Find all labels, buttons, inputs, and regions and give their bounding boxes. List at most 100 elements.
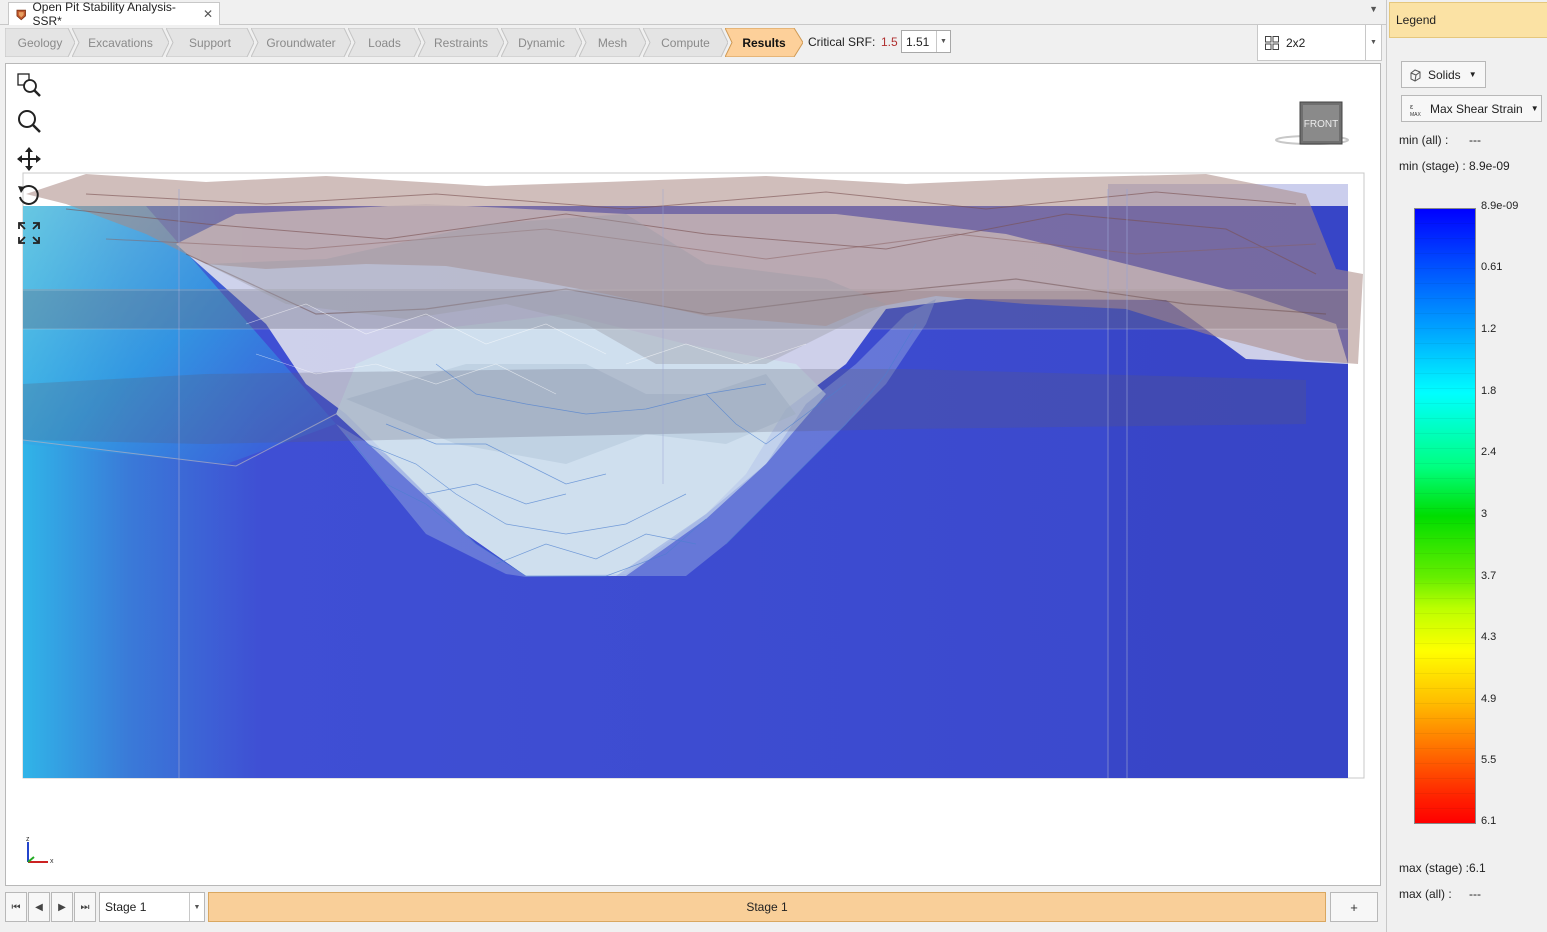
close-tab-icon[interactable]: ✕ — [203, 7, 213, 21]
step-label: Geology — [17, 35, 63, 50]
zoom-window-icon[interactable] — [16, 72, 42, 98]
workflow-step-groundwater[interactable]: Groundwater — [251, 28, 351, 57]
chevron-down-icon[interactable]: ▼ — [189, 893, 204, 921]
stage-select[interactable]: Stage 1 ▼ — [99, 892, 205, 922]
min-stage-value: 8.9e-09 — [1469, 159, 1510, 173]
legend-tick: 3 — [1481, 508, 1488, 520]
workflow-step-mesh[interactable]: Mesh — [579, 28, 646, 57]
workflow-ribbon: Geology Excavations Support Groundwater … — [0, 25, 1386, 61]
max-all-value: --- — [1469, 887, 1481, 901]
axis-z-label: z — [26, 836, 30, 843]
legend-header: Legend — [1389, 2, 1547, 38]
legend-tick: 0.61 — [1481, 261, 1503, 273]
max-stage-stat: max (stage) : 6.1 — [1399, 861, 1486, 875]
workflow-step-support[interactable]: Support — [166, 28, 254, 57]
max-all-label: max (all) : — [1399, 887, 1452, 901]
srf-select[interactable]: 1.51 ▼ — [901, 30, 951, 53]
max-all-stat: max (all) : --- — [1399, 887, 1481, 901]
step-label: Mesh — [597, 35, 628, 50]
stage-tab-label: Stage 1 — [746, 900, 788, 914]
document-tab[interactable]: Open Pit Stability Analysis-SSR* ✕ — [8, 0, 220, 28]
legend-tick: 3.7 — [1481, 570, 1497, 582]
view-layout-select[interactable]: 2x2 ▼ — [1257, 24, 1382, 61]
last-stage-button[interactable]: ⏭ — [74, 892, 96, 922]
step-label: Support — [188, 35, 232, 50]
rotate-icon[interactable] — [16, 182, 42, 208]
layout-grid-icon — [1265, 35, 1279, 50]
first-stage-button[interactable]: ⏮ — [5, 892, 27, 922]
stage-select-value: Stage 1 — [105, 900, 147, 914]
next-stage-button[interactable]: ▶ — [51, 892, 73, 922]
chevron-down-icon: ▼ — [1468, 70, 1477, 79]
3d-viewport[interactable]: FRONT z x — [5, 63, 1381, 886]
legend-tick: 4.3 — [1481, 631, 1497, 643]
app-icon — [16, 9, 26, 20]
step-label: Dynamic — [518, 35, 565, 50]
chevron-down-icon[interactable]: ▼ — [936, 31, 950, 52]
srf-select-value: 1.51 — [906, 34, 930, 49]
workflow-step-loads[interactable]: Loads — [348, 28, 421, 57]
document-title: Open Pit Stability Analysis-SSR* — [32, 0, 176, 28]
critical-srf-value: 1.5 — [881, 35, 898, 49]
add-stage-button[interactable]: + — [1330, 892, 1378, 922]
document-tab-strip: Open Pit Stability Analysis-SSR* ✕ ▼ — [0, 0, 1386, 28]
color-scale-bar — [1414, 208, 1476, 824]
solid-cube-icon — [1410, 68, 1421, 82]
max-stage-label: max (stage) : — [1399, 861, 1470, 875]
legend-tick: 1.2 — [1481, 323, 1497, 335]
zoom-icon[interactable] — [16, 108, 42, 134]
legend-tick: 4.9 — [1481, 693, 1497, 705]
legend-tick: 6.1 — [1481, 815, 1497, 827]
legend-title: Legend — [1396, 13, 1437, 27]
next-icon: ▶ — [58, 901, 66, 913]
result-type-label: Max Shear Strain — [1430, 101, 1523, 116]
step-label: Excavations — [88, 35, 153, 50]
workflow-step-results[interactable]: Results — [725, 28, 803, 57]
app-window: Open Pit Stability Analysis-SSR* ✕ ▼ Geo… — [0, 0, 1547, 932]
shear-strain-icon: εMAX — [1410, 104, 1422, 117]
model-render — [22, 172, 1365, 779]
workflow-step-excavations[interactable]: Excavations — [72, 28, 169, 57]
solids-dropdown[interactable]: Solids ▼ — [1401, 61, 1486, 88]
axis-x-label: x — [50, 858, 54, 865]
tab-list-dropdown-icon[interactable]: ▼ — [1369, 4, 1378, 14]
stage-bar: ⏮ ◀ ▶ ⏭ Stage 1 ▼ Stage 1 + — [0, 888, 1386, 928]
min-all-stat: min (all) : --- — [1399, 133, 1481, 147]
workflow-step-geology[interactable]: Geology — [5, 28, 75, 57]
solids-label: Solids — [1428, 67, 1461, 82]
stage-tab[interactable]: Stage 1 — [208, 892, 1326, 922]
critical-srf-label: Critical SRF: — [808, 35, 876, 49]
chevron-down-icon: ▼ — [1530, 104, 1539, 113]
legend-tick: 8.9e-09 — [1481, 200, 1519, 212]
legend-panel: Legend Solids ▼ ε MAX Max Shear Strain ▼ … — [1386, 0, 1547, 932]
svg-text:ε: ε — [1410, 104, 1413, 111]
step-label: Groundwater — [266, 35, 336, 50]
step-label: Compute — [661, 35, 710, 50]
zoom-extents-icon[interactable] — [16, 220, 42, 246]
layout-value: 2x2 — [1286, 35, 1306, 50]
min-all-label: min (all) : — [1399, 133, 1449, 147]
skip-first-icon: ⏮ — [11, 901, 21, 913]
result-type-dropdown[interactable]: ε MAX Max Shear Strain ▼ — [1401, 95, 1542, 122]
workflow-step-restraints[interactable]: Restraints — [418, 28, 504, 57]
view-cube[interactable]: FRONT — [1274, 100, 1350, 150]
min-all-value: --- — [1469, 133, 1481, 147]
min-stage-stat: min (stage) : 8.9e-09 — [1399, 159, 1510, 173]
legend-tick: 1.8 — [1481, 385, 1497, 397]
step-label: Loads — [368, 35, 401, 50]
svg-text:MAX: MAX — [1410, 112, 1422, 117]
chevron-down-icon[interactable]: ▼ — [1365, 25, 1381, 60]
view-cube-label: FRONT — [1304, 119, 1338, 130]
legend-tick: 2.4 — [1481, 446, 1497, 458]
legend-tick: 5.5 — [1481, 754, 1497, 766]
previous-icon: ◀ — [35, 901, 43, 913]
previous-stage-button[interactable]: ◀ — [28, 892, 50, 922]
workflow-step-compute[interactable]: Compute — [643, 28, 728, 57]
workflow-step-dynamic[interactable]: Dynamic — [501, 28, 582, 57]
pan-icon[interactable] — [16, 146, 42, 172]
min-stage-label: min (stage) : — [1399, 159, 1466, 173]
step-label: Results — [742, 35, 786, 50]
skip-last-icon: ⏭ — [80, 901, 90, 913]
add-icon: + — [1350, 899, 1358, 915]
step-label: Restraints — [433, 35, 489, 50]
